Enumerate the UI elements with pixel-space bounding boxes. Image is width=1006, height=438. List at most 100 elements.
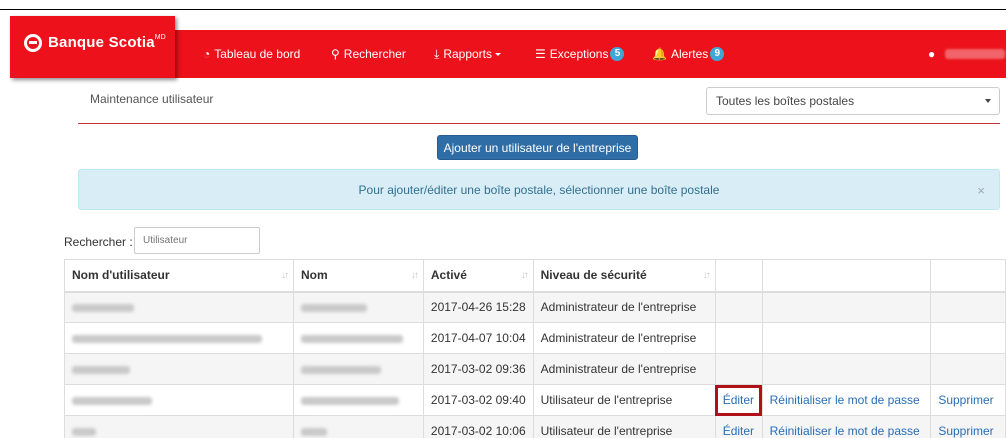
name-cell	[292, 384, 424, 416]
table-header-row: Nom d'utilisateur ↓↑ Nom ↓↑ Activé ↓↑ Nivea…	[64, 259, 1006, 293]
delete-user-link[interactable]: Supprimer	[930, 415, 1006, 438]
scotia-logo-icon	[24, 34, 42, 52]
nav-exceptions[interactable]: ☰ Exceptions 5	[535, 30, 625, 78]
table-row: 2017-04-07 10:04 Administrateur de l'ent…	[64, 322, 1006, 354]
chevron-down-icon	[985, 99, 991, 103]
sort-icon: ↓↑	[280, 270, 289, 281]
table-row: 2017-04-26 15:28 Administrateur de l'ent…	[64, 291, 1006, 323]
activated-cell: 2017-03-02 09:40	[422, 384, 534, 416]
dashboard-icon: ◔	[203, 47, 211, 61]
redacted-username	[945, 49, 1006, 59]
redacted-text	[72, 334, 262, 343]
alerts-count-badge: 9	[710, 47, 725, 61]
username-cell	[64, 353, 294, 385]
redacted-text	[300, 334, 403, 343]
delete-user-link[interactable]: Supprimer	[930, 384, 1006, 416]
security-level-cell: Utilisateur de l'entreprise	[532, 384, 716, 416]
table-row: 2017-03-02 09:40 Utilisateur de l'entrep…	[64, 384, 1006, 416]
column-header-username[interactable]: Nom d'utilisateur ↓↑	[64, 259, 294, 293]
name-cell	[292, 322, 424, 354]
search-icon: ⚲	[331, 47, 340, 61]
activated-cell: 2017-04-07 10:04	[422, 322, 534, 354]
edit-user-link[interactable]: Éditer	[714, 415, 763, 438]
redacted-text	[72, 396, 152, 405]
name-cell	[292, 415, 424, 438]
delete-cell	[930, 291, 1006, 323]
reset-cell	[761, 291, 932, 323]
logo-trademark: MD	[154, 34, 166, 41]
security-level-cell: Administrateur de l'entreprise	[532, 353, 716, 385]
redacted-text	[72, 365, 130, 374]
activated-cell: 2017-03-02 10:06	[422, 415, 534, 438]
sort-icon: ↓↑	[702, 270, 711, 281]
username-cell	[64, 291, 294, 323]
nav-dashboard-label: Tableau de bord	[214, 47, 301, 61]
column-header-activated[interactable]: Activé ↓↑	[422, 259, 534, 293]
nav-alerts-label: Alertes	[670, 47, 709, 61]
activated-cell: 2017-03-02 09:36	[422, 353, 534, 385]
delete-cell	[930, 322, 1006, 354]
nav-user-menu[interactable]: ●	[928, 30, 1006, 78]
sort-icon: ↓↑	[410, 270, 419, 281]
redacted-text	[300, 304, 367, 313]
security-level-cell: Administrateur de l'entreprise	[532, 291, 716, 323]
name-cell	[292, 353, 424, 385]
column-header-delete	[930, 259, 1006, 293]
nav-reports-label: Rapports	[443, 47, 493, 61]
reset-password-link[interactable]: Réinitialiser le mot de passe	[761, 415, 932, 438]
add-business-user-button[interactable]: Ajouter un utilisateur de l'entreprise	[437, 135, 638, 160]
security-level-cell: Utilisateur de l'entreprise	[532, 415, 716, 438]
security-level-cell: Administrateur de l'entreprise	[532, 322, 716, 354]
mailbox-select-value: Toutes les boîtes postales	[716, 94, 855, 108]
exceptions-count-badge: 5	[610, 47, 625, 61]
search-label: Rechercher :	[64, 235, 133, 249]
edit-cell	[714, 353, 763, 385]
redacted-text	[300, 396, 399, 405]
edit-cell	[714, 322, 763, 354]
name-cell	[292, 291, 424, 323]
column-header-name[interactable]: Nom ↓↑	[292, 259, 424, 293]
redacted-text	[72, 304, 134, 313]
info-alert: Pour ajouter/éditer une boîte postale, s…	[78, 169, 1000, 210]
delete-cell	[930, 353, 1006, 385]
page-title: Maintenance utilisateur	[90, 92, 214, 106]
edit-cell	[714, 291, 763, 323]
table-row: 2017-03-02 10:06 Utilisateur de l'entrep…	[64, 415, 1006, 438]
username-cell	[64, 322, 294, 354]
username-cell	[64, 384, 294, 416]
user-search-input[interactable]	[134, 227, 260, 254]
reset-password-link[interactable]: Réinitialiser le mot de passe	[761, 384, 932, 416]
chevron-down-icon	[495, 52, 502, 56]
user-icon: ●	[928, 47, 936, 61]
close-icon[interactable]: ×	[977, 183, 985, 198]
info-alert-text: Pour ajouter/éditer une boîte postale, s…	[358, 182, 720, 197]
nav-dashboard[interactable]: ◔ Tableau de bord	[203, 30, 300, 78]
activated-cell: 2017-04-26 15:28	[422, 291, 534, 323]
redacted-text	[72, 427, 96, 436]
column-header-edit	[714, 259, 763, 293]
reset-cell	[761, 322, 932, 354]
window-frame-left	[0, 10, 10, 438]
logo-text: Banque Scotia	[48, 34, 155, 51]
sort-icon: ↓↑	[520, 270, 529, 281]
nav-search[interactable]: ⚲ Rechercher	[331, 30, 406, 78]
nav-exceptions-label: Exceptions	[549, 47, 609, 61]
redacted-text	[300, 365, 381, 374]
column-header-reset	[761, 259, 932, 293]
column-header-security-level[interactable]: Niveau de sécurité ↓↑	[532, 259, 716, 293]
table-row: 2017-03-02 09:36 Administrateur de l'ent…	[64, 353, 1006, 385]
nav-search-label: Rechercher	[343, 47, 406, 61]
download-icon: ⤓	[434, 46, 440, 61]
bank-logo[interactable]: Banque Scotia MD	[10, 16, 175, 78]
edit-user-link[interactable]: Éditer	[714, 384, 763, 416]
nav-alerts[interactable]: 🔔 Alertes 9	[652, 30, 725, 78]
username-cell	[64, 415, 294, 438]
reset-cell	[761, 353, 932, 385]
window-frame-top	[0, 0, 1006, 10]
header-divider	[78, 123, 1000, 124]
redacted-text	[300, 427, 327, 436]
list-icon: ☰	[535, 47, 546, 61]
mailbox-select[interactable]: Toutes les boîtes postales	[706, 87, 1000, 115]
bell-icon: 🔔	[652, 47, 667, 61]
nav-reports[interactable]: ⤓ Rapports	[434, 30, 502, 78]
